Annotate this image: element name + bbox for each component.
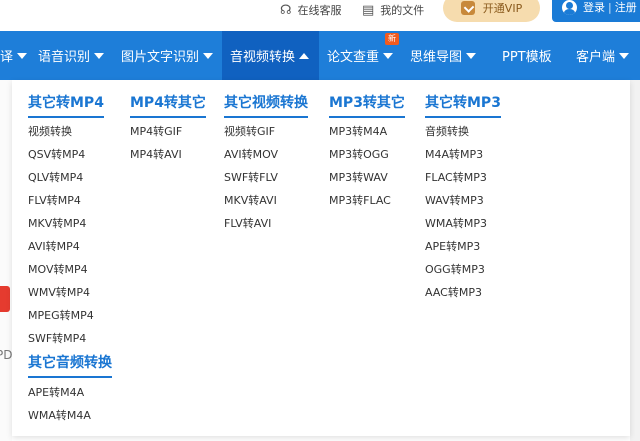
caret-down-icon bbox=[94, 52, 105, 59]
menu-link[interactable]: MKV转AVI bbox=[224, 194, 277, 208]
nav-item-label: 思维导图 bbox=[410, 50, 463, 65]
menu-link[interactable]: MP4转GIF bbox=[130, 125, 182, 139]
online-service-label: 在线客服 bbox=[297, 4, 342, 17]
nav-item-label: 语音识别 bbox=[38, 50, 91, 65]
nav-item-speech-recognition[interactable]: 语音识别 bbox=[38, 31, 105, 80]
menu-link[interactable]: FLAC转MP3 bbox=[425, 171, 487, 185]
menu-link[interactable]: QLV转MP4 bbox=[28, 171, 83, 185]
menu-link[interactable]: FLV转AVI bbox=[224, 217, 271, 231]
menu-link[interactable]: 视频转GIF bbox=[224, 125, 275, 139]
column-title-other-to-mp3: 其它转MP3 bbox=[425, 94, 501, 118]
menu-link[interactable]: MP3转FLAC bbox=[329, 194, 391, 208]
nav-item-mind-map[interactable]: 思维导图 bbox=[410, 31, 477, 80]
menu-link[interactable]: APE转M4A bbox=[28, 386, 84, 400]
register-link[interactable]: 注册 bbox=[615, 0, 637, 15]
menu-link[interactable]: M4A转MP3 bbox=[425, 148, 483, 162]
menu-link[interactable]: AAC转MP3 bbox=[425, 286, 482, 300]
open-vip-label: 开通VIP bbox=[482, 2, 523, 15]
open-vip-button[interactable]: 开通VIP bbox=[443, 0, 540, 22]
menu-link[interactable]: AVI转MOV bbox=[224, 148, 278, 162]
menu-link[interactable]: QSV转MP4 bbox=[28, 148, 85, 162]
caret-down-icon bbox=[17, 52, 28, 59]
login-separator: | bbox=[608, 0, 612, 14]
partial-page-text: PD bbox=[0, 348, 13, 362]
user-avatar-icon bbox=[562, 0, 577, 15]
main-nav-bar: 译 语音识别 图片文字识别 音视频转换 论文查重 新 思维导图 PPT模板 客户… bbox=[0, 31, 640, 80]
menu-link[interactable]: 视频转换 bbox=[28, 125, 72, 139]
menu-link[interactable]: SWF转MP4 bbox=[28, 332, 86, 346]
login-register-box: 登录 | 注册 bbox=[552, 0, 640, 22]
nav-item-image-ocr[interactable]: 图片文字识别 bbox=[121, 31, 214, 80]
menu-link[interactable]: 音频转换 bbox=[425, 125, 469, 139]
nav-item-label: 客户端 bbox=[576, 50, 616, 65]
caret-up-icon bbox=[299, 52, 310, 59]
menu-link[interactable]: WMA转M4A bbox=[28, 409, 91, 423]
menu-link[interactable]: AVI转MP4 bbox=[28, 240, 80, 254]
menu-link[interactable]: MP3转WAV bbox=[329, 171, 388, 185]
nav-item-ppt-templates[interactable]: PPT模板 bbox=[502, 31, 552, 80]
menu-link[interactable]: WAV转MP3 bbox=[425, 194, 484, 208]
menu-link[interactable]: FLV转MP4 bbox=[28, 194, 81, 208]
login-link[interactable]: 登录 bbox=[583, 0, 605, 15]
new-badge: 新 bbox=[385, 33, 399, 45]
red-side-tab[interactable] bbox=[0, 286, 10, 312]
menu-link[interactable]: WMA转MP3 bbox=[425, 217, 487, 231]
nav-item-label: 音视频转换 bbox=[230, 50, 296, 65]
menu-link[interactable]: MP4转AVI bbox=[130, 148, 182, 162]
column-title-mp3-to-other: MP3转其它 bbox=[329, 94, 405, 118]
caret-down-icon bbox=[383, 52, 394, 59]
page-background-left bbox=[0, 80, 12, 441]
nav-item-client[interactable]: 客户端 bbox=[576, 31, 630, 80]
nav-item-label: 论文查重 bbox=[327, 50, 380, 65]
nav-item-label: 译 bbox=[0, 50, 14, 65]
nav-item-translate[interactable]: 译 bbox=[0, 31, 30, 80]
column-title-other-to-mp4: 其它转MP4 bbox=[28, 94, 104, 118]
nav-item-label: 图片文字识别 bbox=[121, 50, 200, 65]
my-files-label: 我的文件 bbox=[380, 4, 425, 17]
column-title-other-audio-convert: 其它音频转换 bbox=[28, 354, 112, 378]
menu-link[interactable]: MKV转MP4 bbox=[28, 217, 86, 231]
my-files-link[interactable]: ▤ 我的文件 bbox=[362, 0, 424, 20]
vip-diamond-icon bbox=[460, 1, 475, 15]
headset-icon: ☊ bbox=[280, 2, 292, 18]
nav-item-paper-check[interactable]: 论文查重 新 bbox=[327, 31, 399, 80]
top-utility-bar: ☊ 在线客服 ▤ 我的文件 开通VIP 登录 | 注册 bbox=[0, 0, 640, 31]
page-background-right bbox=[630, 80, 640, 441]
menu-link[interactable]: MP3转OGG bbox=[329, 148, 389, 162]
av-convert-dropdown-menu: 其它转MP4 视频转换 QSV转MP4 QLV转MP4 FLV转MP4 MKV转… bbox=[12, 80, 630, 436]
caret-down-icon bbox=[203, 52, 214, 59]
menu-link[interactable]: OGG转MP3 bbox=[425, 263, 485, 277]
nav-item-label: PPT模板 bbox=[502, 50, 552, 65]
menu-link[interactable]: WMV转MP4 bbox=[28, 286, 90, 300]
menu-link[interactable]: SWF转FLV bbox=[224, 171, 278, 185]
column-title-other-video-convert: 其它视频转换 bbox=[224, 94, 308, 118]
caret-down-icon bbox=[466, 52, 477, 59]
menu-link[interactable]: APE转MP3 bbox=[425, 240, 480, 254]
menu-link[interactable]: MP3转M4A bbox=[329, 125, 387, 139]
online-service-link[interactable]: ☊ 在线客服 bbox=[280, 0, 342, 20]
column-title-mp4-to-other: MP4转其它 bbox=[130, 94, 206, 118]
nav-item-av-convert[interactable]: 音视频转换 bbox=[222, 31, 319, 80]
menu-link[interactable]: MPEG转MP4 bbox=[28, 309, 94, 323]
menu-link[interactable]: MOV转MP4 bbox=[28, 263, 88, 277]
document-icon: ▤ bbox=[362, 2, 375, 18]
caret-down-icon bbox=[619, 52, 630, 59]
